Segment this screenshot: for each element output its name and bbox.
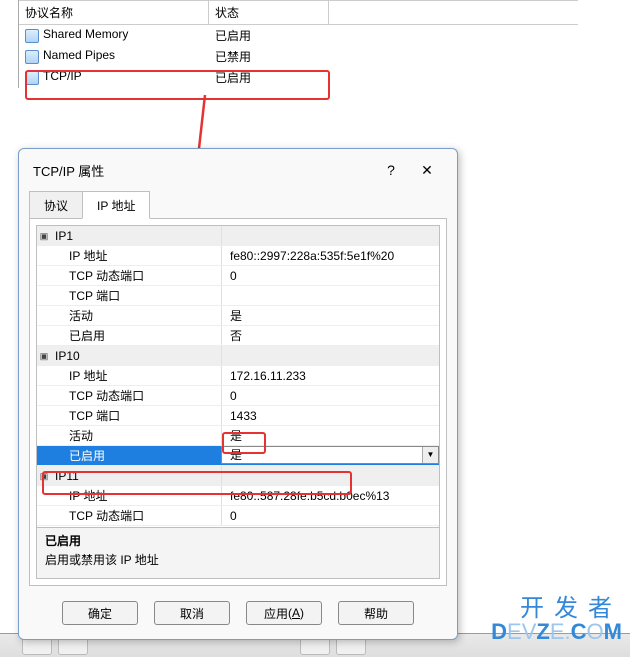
property-label: IP 地址 (51, 486, 221, 505)
group-header[interactable]: ▣ IP10 (37, 346, 439, 366)
group-value (221, 226, 439, 245)
property-value[interactable]: 是 (221, 426, 439, 445)
property-label: IP 地址 (51, 246, 221, 265)
dropdown-button[interactable]: ▼ (422, 447, 438, 463)
protocol-status: 已启用 (209, 69, 329, 86)
button-label: 应用 (264, 605, 288, 622)
close-icon: ✕ (421, 162, 433, 179)
property-grid[interactable]: ▣ IP1 IP 地址fe80::2997:228a:535f:5e1f%20 … (36, 225, 440, 528)
button-label: 确定 (88, 605, 112, 622)
button-label: 帮助 (364, 605, 388, 622)
property-label: 活动 (51, 306, 221, 325)
question-icon: ? (387, 162, 395, 178)
property-label: TCP 动态端口 (51, 266, 221, 285)
tab-page: ▣ IP1 IP 地址fe80::2997:228a:535f:5e1f%20 … (29, 218, 447, 586)
property-value[interactable] (221, 286, 439, 305)
table-row[interactable]: Shared Memory 已启用 (19, 25, 578, 46)
tab-strip: 协议 IP 地址 (19, 191, 457, 219)
property-value-editor[interactable]: 是 ▼ (221, 446, 439, 464)
property-row[interactable]: IP 地址fe80::2997:228a:535f:5e1f%20 (37, 246, 439, 266)
collapse-icon[interactable]: ▣ (37, 466, 51, 485)
tcpip-properties-dialog: TCP/IP 属性 ? ✕ 协议 IP 地址 ▣ IP1 IP 地址fe80::… (18, 148, 458, 640)
property-value[interactable]: 0 (221, 386, 439, 405)
property-value[interactable]: 0 (221, 266, 439, 285)
property-label: 已启用 (51, 446, 221, 465)
property-label: IP 地址 (51, 366, 221, 385)
dialog-titlebar: TCP/IP 属性 ? ✕ (19, 149, 457, 189)
property-value[interactable]: 0 (221, 506, 439, 525)
help-button[interactable]: 帮助 (338, 601, 414, 625)
tab-protocol[interactable]: 协议 (29, 191, 83, 219)
apply-button[interactable]: 应用(A) (246, 601, 322, 625)
property-label: TCP 端口 (51, 286, 221, 305)
table-row[interactable]: TCP/IP 已启用 (19, 67, 578, 88)
protocol-table: 协议名称 状态 Shared Memory 已启用 Named Pipes 已禁… (18, 0, 578, 88)
cancel-button[interactable]: 取消 (154, 601, 230, 625)
dialog-buttons: 确定 取消 应用(A) 帮助 (19, 593, 457, 639)
property-label: TCP 端口 (51, 406, 221, 425)
property-row[interactable]: TCP 端口 (37, 286, 439, 306)
dialog-title: TCP/IP 属性 (33, 161, 373, 180)
group-value (221, 466, 439, 485)
chevron-down-icon: ▼ (427, 447, 435, 463)
group-name: IP10 (51, 346, 221, 365)
property-row[interactable]: IP 地址172.16.11.233 (37, 366, 439, 386)
protocol-status: 已启用 (209, 27, 329, 44)
description-pane: 已启用 启用或禁用该 IP 地址 (36, 528, 440, 579)
description-body: 启用或禁用该 IP 地址 (45, 551, 431, 568)
property-row[interactable]: IP 地址fe80::587:28fe:b5cd:b0ec%13 (37, 486, 439, 506)
property-row[interactable]: TCP 动态端口0 (37, 386, 439, 406)
protocol-name: TCP/IP (19, 69, 209, 86)
property-value: 是 (230, 448, 242, 462)
group-value (221, 346, 439, 365)
description-title: 已启用 (45, 532, 431, 549)
property-value[interactable]: 否 (221, 326, 439, 345)
property-row[interactable]: TCP 动态端口0 (37, 506, 439, 526)
property-row[interactable]: 已启用否 (37, 326, 439, 346)
property-row[interactable]: 活动是 (37, 306, 439, 326)
watermark-logo: 开发者 DEVZE.COM (491, 597, 622, 643)
collapse-icon[interactable]: ▣ (37, 346, 51, 365)
group-header[interactable]: ▣ IP1 (37, 226, 439, 246)
watermark-cn: 开发者 (491, 597, 622, 621)
property-label: 活动 (51, 426, 221, 445)
table-row[interactable]: Named Pipes 已禁用 (19, 46, 578, 67)
property-value[interactable]: 1433 (221, 406, 439, 425)
help-button[interactable]: ? (373, 159, 409, 181)
property-label: 已启用 (51, 326, 221, 345)
collapse-icon[interactable]: ▣ (37, 226, 51, 245)
protocol-name: Shared Memory (19, 27, 209, 44)
property-label: TCP 动态端口 (51, 386, 221, 405)
watermark-en: DEVZE.COM (491, 621, 622, 643)
protocol-table-header: 协议名称 状态 (19, 0, 578, 25)
protocol-name: Named Pipes (19, 48, 209, 65)
close-button[interactable]: ✕ (409, 159, 445, 181)
property-value[interactable]: fe80::587:28fe:b5cd:b0ec%13 (221, 486, 439, 505)
hotkey: A (292, 606, 300, 620)
property-value[interactable]: fe80::2997:228a:535f:5e1f%20 (221, 246, 439, 265)
protocol-status: 已禁用 (209, 48, 329, 65)
column-header-name[interactable]: 协议名称 (19, 1, 209, 24)
column-header-status[interactable]: 状态 (209, 1, 329, 24)
tab-ip-addresses[interactable]: IP 地址 (82, 191, 150, 219)
property-value[interactable]: 是 (221, 306, 439, 325)
group-name: IP1 (51, 226, 221, 245)
property-row[interactable]: TCP 动态端口0 (37, 266, 439, 286)
ok-button[interactable]: 确定 (62, 601, 138, 625)
group-header[interactable]: ▣ IP11 (37, 466, 439, 486)
property-row[interactable]: 活动是 (37, 426, 439, 446)
property-value[interactable]: 172.16.11.233 (221, 366, 439, 385)
property-row-selected[interactable]: 已启用 是 ▼ (37, 446, 439, 466)
button-label: 取消 (180, 605, 204, 622)
property-row[interactable]: TCP 端口1433 (37, 406, 439, 426)
group-name: IP11 (51, 466, 221, 485)
property-label: TCP 动态端口 (51, 506, 221, 525)
